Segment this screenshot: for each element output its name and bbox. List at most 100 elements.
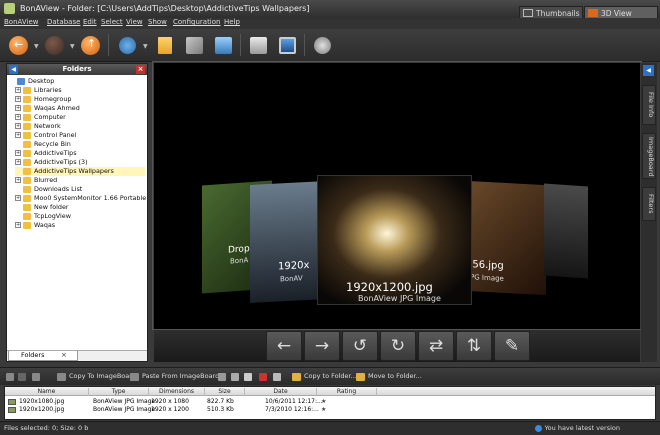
expand-icon[interactable]: + xyxy=(15,159,21,165)
move-folder-icon xyxy=(356,373,365,381)
column-dimensions[interactable]: Dimensions xyxy=(149,388,205,396)
tree-item-label: Computer xyxy=(34,113,66,121)
settings-button[interactable] xyxy=(309,32,335,58)
expand-icon[interactable]: + xyxy=(15,222,21,228)
expand-icon[interactable]: + xyxy=(15,132,21,138)
move-to-folder-button[interactable]: Move to Folder... xyxy=(356,372,422,381)
table-row[interactable]: 1920x1200.jpg BonAView JPG Image 1920 x 12… xyxy=(5,406,377,414)
3d-viewer[interactable]: Drop BonA 1920x BonAV 456.jpg JPG Image … xyxy=(154,63,640,329)
tab-imageboard[interactable]: ImageBoard xyxy=(642,133,656,179)
view-options-icon[interactable] xyxy=(18,373,26,381)
folder-button[interactable] xyxy=(152,32,178,58)
forward-button[interactable] xyxy=(41,32,67,58)
rating-star-icon[interactable]: ★ xyxy=(321,398,327,405)
details-view-icon[interactable] xyxy=(32,373,40,381)
flip-button[interactable]: ⇄ xyxy=(418,331,454,361)
tree-item[interactable]: Downloads List xyxy=(15,185,145,194)
delete-icon[interactable] xyxy=(259,373,267,381)
edit-image-button[interactable]: ✎ xyxy=(494,331,530,361)
slideshow-button[interactable] xyxy=(210,32,236,58)
forward-icon xyxy=(45,36,64,55)
cut-icon[interactable] xyxy=(218,373,226,381)
paste-from-imageboard-button[interactable]: Paste From ImageBoard xyxy=(130,372,219,381)
table-row[interactable]: 1920x1080.jpg BonAView JPG Image 1920 x 10… xyxy=(5,398,377,406)
panel-close-icon[interactable]: × xyxy=(136,65,145,74)
image-card-right[interactable]: 456.jpg JPG Image xyxy=(466,180,546,296)
rotate-left-button[interactable]: ↺ xyxy=(342,331,378,361)
tree-item[interactable]: + Moo0 SystemMonitor 1.66 Portable xyxy=(15,194,146,203)
cell-name: 1920x1080.jpg xyxy=(19,398,65,405)
copy-to-folder-button[interactable]: Copy to Folder... xyxy=(292,372,357,381)
rating-star-icon[interactable]: ★ xyxy=(321,406,327,413)
menu-help[interactable]: Help xyxy=(224,18,240,26)
mirror-button[interactable]: ⇅ xyxy=(456,331,492,361)
tree-item[interactable]: New folder xyxy=(15,203,145,212)
column-size[interactable]: Size xyxy=(205,388,245,396)
expand-icon[interactable]: + xyxy=(15,105,21,111)
tree-item[interactable]: + Waqas xyxy=(15,221,145,230)
tree-item-label: Waqas Ahmed xyxy=(34,104,80,112)
column-rating[interactable]: Rating xyxy=(317,388,377,396)
print-button[interactable] xyxy=(245,32,271,58)
previous-button[interactable]: ← xyxy=(266,331,302,361)
tree-item[interactable]: + Control Panel xyxy=(15,131,145,140)
menu-database[interactable]: Database xyxy=(47,18,80,26)
tree-item[interactable]: TcpLogView xyxy=(15,212,145,221)
tree-item[interactable]: + AddictiveTips (3) xyxy=(15,158,145,167)
expand-icon[interactable]: + xyxy=(15,87,21,93)
edit-button[interactable] xyxy=(181,32,207,58)
folder-icon xyxy=(23,159,31,166)
expand-icon[interactable]: + xyxy=(15,123,21,129)
tree-item[interactable]: + Network xyxy=(15,122,145,131)
expand-icon[interactable]: + xyxy=(15,96,21,102)
tab-folders[interactable]: Folders × xyxy=(8,351,78,361)
tree-item[interactable]: Recycle Bin xyxy=(15,140,145,149)
tree-item[interactable]: Desktop xyxy=(9,77,145,86)
tab-filters[interactable]: Filters xyxy=(642,187,656,221)
menu-bonaview[interactable]: BonAView xyxy=(4,18,38,26)
copy-file-icon[interactable] xyxy=(231,373,239,381)
bottom-toolbar: Copy To ImageBoard Paste From ImageBoard… xyxy=(0,367,660,385)
expand-icon[interactable]: + xyxy=(15,114,21,120)
forward-dropdown-icon[interactable]: ▼ xyxy=(70,43,76,50)
rotate-right-icon: ↻ xyxy=(390,336,406,356)
next-button[interactable]: → xyxy=(304,331,340,361)
paste-file-icon[interactable] xyxy=(244,373,252,381)
tab-file-info[interactable]: File Info xyxy=(642,85,656,125)
column-date[interactable]: Date xyxy=(245,388,317,396)
image-card-left[interactable]: 1920x BonAV xyxy=(250,181,326,303)
rotate-right-button[interactable]: ↻ xyxy=(380,331,416,361)
up-button[interactable]: ↑ xyxy=(77,32,103,58)
column-type[interactable]: Type xyxy=(89,388,149,396)
menu-configuration[interactable]: Configuration xyxy=(173,18,220,26)
image-card-far-right[interactable] xyxy=(544,183,588,279)
tree-item[interactable]: + AddictiveTips xyxy=(15,149,145,158)
tree-item[interactable]: + Libraries xyxy=(15,86,145,95)
column-name[interactable]: Name xyxy=(5,388,89,396)
tree-item[interactable]: + Homegroup xyxy=(15,95,145,104)
rename-icon[interactable] xyxy=(273,373,281,381)
back-dropdown-icon[interactable]: ▼ xyxy=(34,43,40,50)
tree-item[interactable]: + Waqas Ahmed xyxy=(15,104,145,113)
back-button[interactable]: ← xyxy=(5,32,31,58)
globe-dropdown-icon[interactable]: ▼ xyxy=(143,43,149,50)
tree-item[interactable]: + Blurred xyxy=(15,176,145,185)
menu-select[interactable]: Select xyxy=(101,18,123,26)
tab-close-icon[interactable]: × xyxy=(61,351,67,359)
tree-item[interactable]: AddictiveTips Wallpapers xyxy=(15,167,145,176)
menu-view[interactable]: View xyxy=(126,18,143,26)
menu-edit[interactable]: Edit xyxy=(83,18,97,26)
expand-icon[interactable]: + xyxy=(15,177,21,183)
copy-to-imageboard-button[interactable]: Copy To ImageBoard xyxy=(57,372,136,381)
globe-button[interactable] xyxy=(114,32,140,58)
tree-item[interactable]: + Computer xyxy=(15,113,145,122)
image-thumbnail-icon xyxy=(8,399,16,405)
expand-icon[interactable]: + xyxy=(15,195,21,201)
expand-icon[interactable]: + xyxy=(15,150,21,156)
list-view-icon[interactable] xyxy=(6,373,14,381)
side-back-icon[interactable]: ◀ xyxy=(643,65,654,76)
menu-show[interactable]: Show xyxy=(148,18,167,26)
image-card-center[interactable]: 1920x1200.jpg BonAView JPG Image xyxy=(317,175,472,305)
monitor-button[interactable] xyxy=(274,32,300,58)
window-title: BonAView - Folder: [C:\Users\AddTips\Des… xyxy=(20,4,310,13)
